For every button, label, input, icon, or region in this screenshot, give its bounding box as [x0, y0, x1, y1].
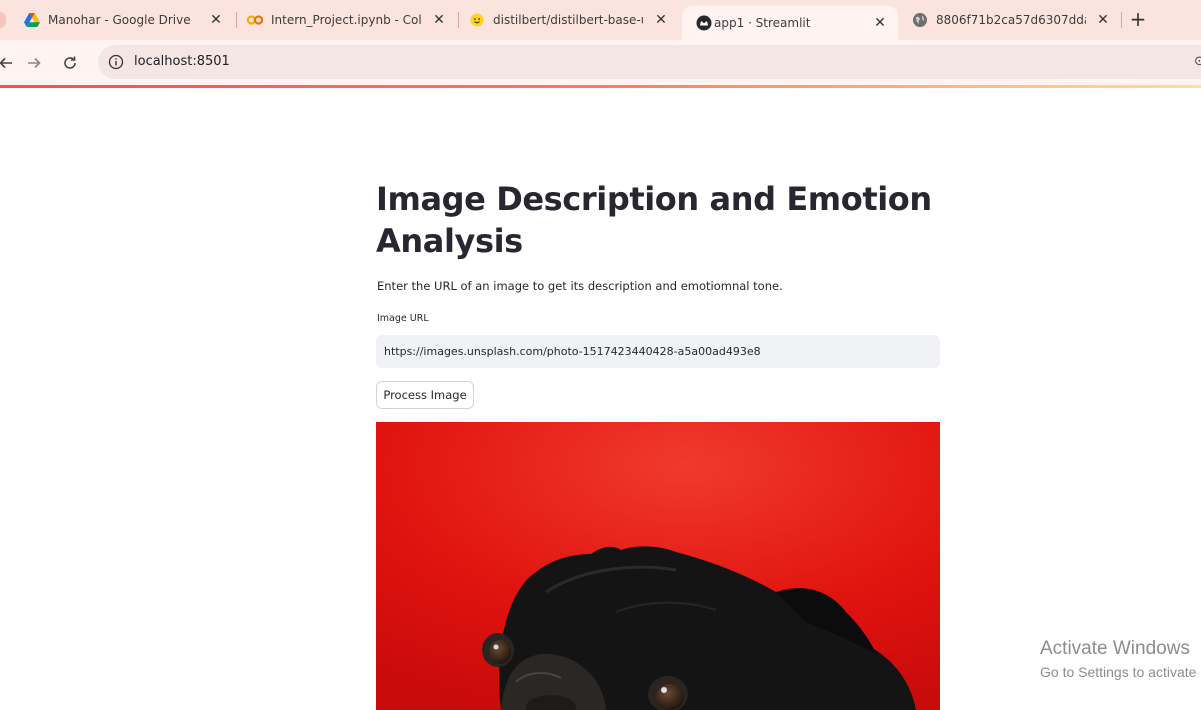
tab-strip: Manohar - Google Drive ✕ Intern_Project.…	[0, 0, 1201, 40]
address-bar[interactable]: localhost:8501 ⊙	[98, 45, 1201, 79]
tab-title: 8806f71b2ca57d6307dda99	[936, 13, 1086, 27]
browser-toolbar: localhost:8501 ⊙	[0, 40, 1201, 85]
url-text: localhost:8501	[134, 54, 230, 69]
tab-title: Manohar - Google Drive	[48, 13, 191, 27]
tab-streamlit-app[interactable]: app1 · Streamlit ✕	[682, 6, 898, 40]
tab-title: app1 · Streamlit	[714, 16, 811, 30]
reload-icon[interactable]	[58, 51, 82, 75]
close-icon[interactable]: ✕	[207, 11, 225, 29]
activate-windows-subtitle: Go to Settings to activate	[1040, 664, 1197, 680]
process-image-button[interactable]: Process Image	[376, 381, 474, 409]
site-info-icon[interactable]	[108, 54, 124, 70]
lens-icon[interactable]: ⊙	[1194, 54, 1201, 69]
result-image	[376, 422, 940, 710]
tab-title: distilbert/distilbert-base-unc	[493, 13, 643, 27]
app-description: Enter the URL of an image to get its des…	[377, 279, 783, 293]
new-tab-icon[interactable]: +	[1128, 9, 1148, 29]
tab-hugging-face[interactable]: distilbert/distilbert-base-unc ✕	[455, 0, 677, 40]
streamlit-icon	[696, 15, 712, 31]
forward-icon[interactable]	[22, 51, 46, 75]
globe-icon	[912, 12, 928, 28]
activate-windows-title: Activate Windows	[1040, 638, 1190, 659]
page-title: Image Description and Emotion Analysis	[376, 180, 932, 260]
hugging-face-icon	[469, 12, 485, 28]
colab-icon	[247, 12, 263, 28]
close-icon[interactable]: ✕	[652, 11, 670, 29]
partial-tab[interactable]	[0, 12, 6, 28]
tab-google-drive[interactable]: Manohar - Google Drive ✕	[10, 0, 232, 40]
tab-page[interactable]: 8806f71b2ca57d6307dda99 ✕	[898, 0, 1120, 40]
close-icon[interactable]: ✕	[1094, 11, 1112, 29]
back-icon[interactable]	[0, 51, 18, 75]
tab-colab[interactable]: Intern_Project.ipynb - Colab ✕	[233, 0, 455, 40]
image-url-input[interactable]	[376, 335, 940, 368]
google-drive-icon	[24, 12, 40, 28]
tab-separator	[1121, 12, 1122, 28]
tab-title: Intern_Project.ipynb - Colab	[271, 13, 421, 27]
close-icon[interactable]: ✕	[871, 14, 889, 32]
close-icon[interactable]: ✕	[430, 11, 448, 29]
image-url-label: Image URL	[377, 313, 429, 324]
streamlit-decoration-bar	[0, 85, 1201, 88]
